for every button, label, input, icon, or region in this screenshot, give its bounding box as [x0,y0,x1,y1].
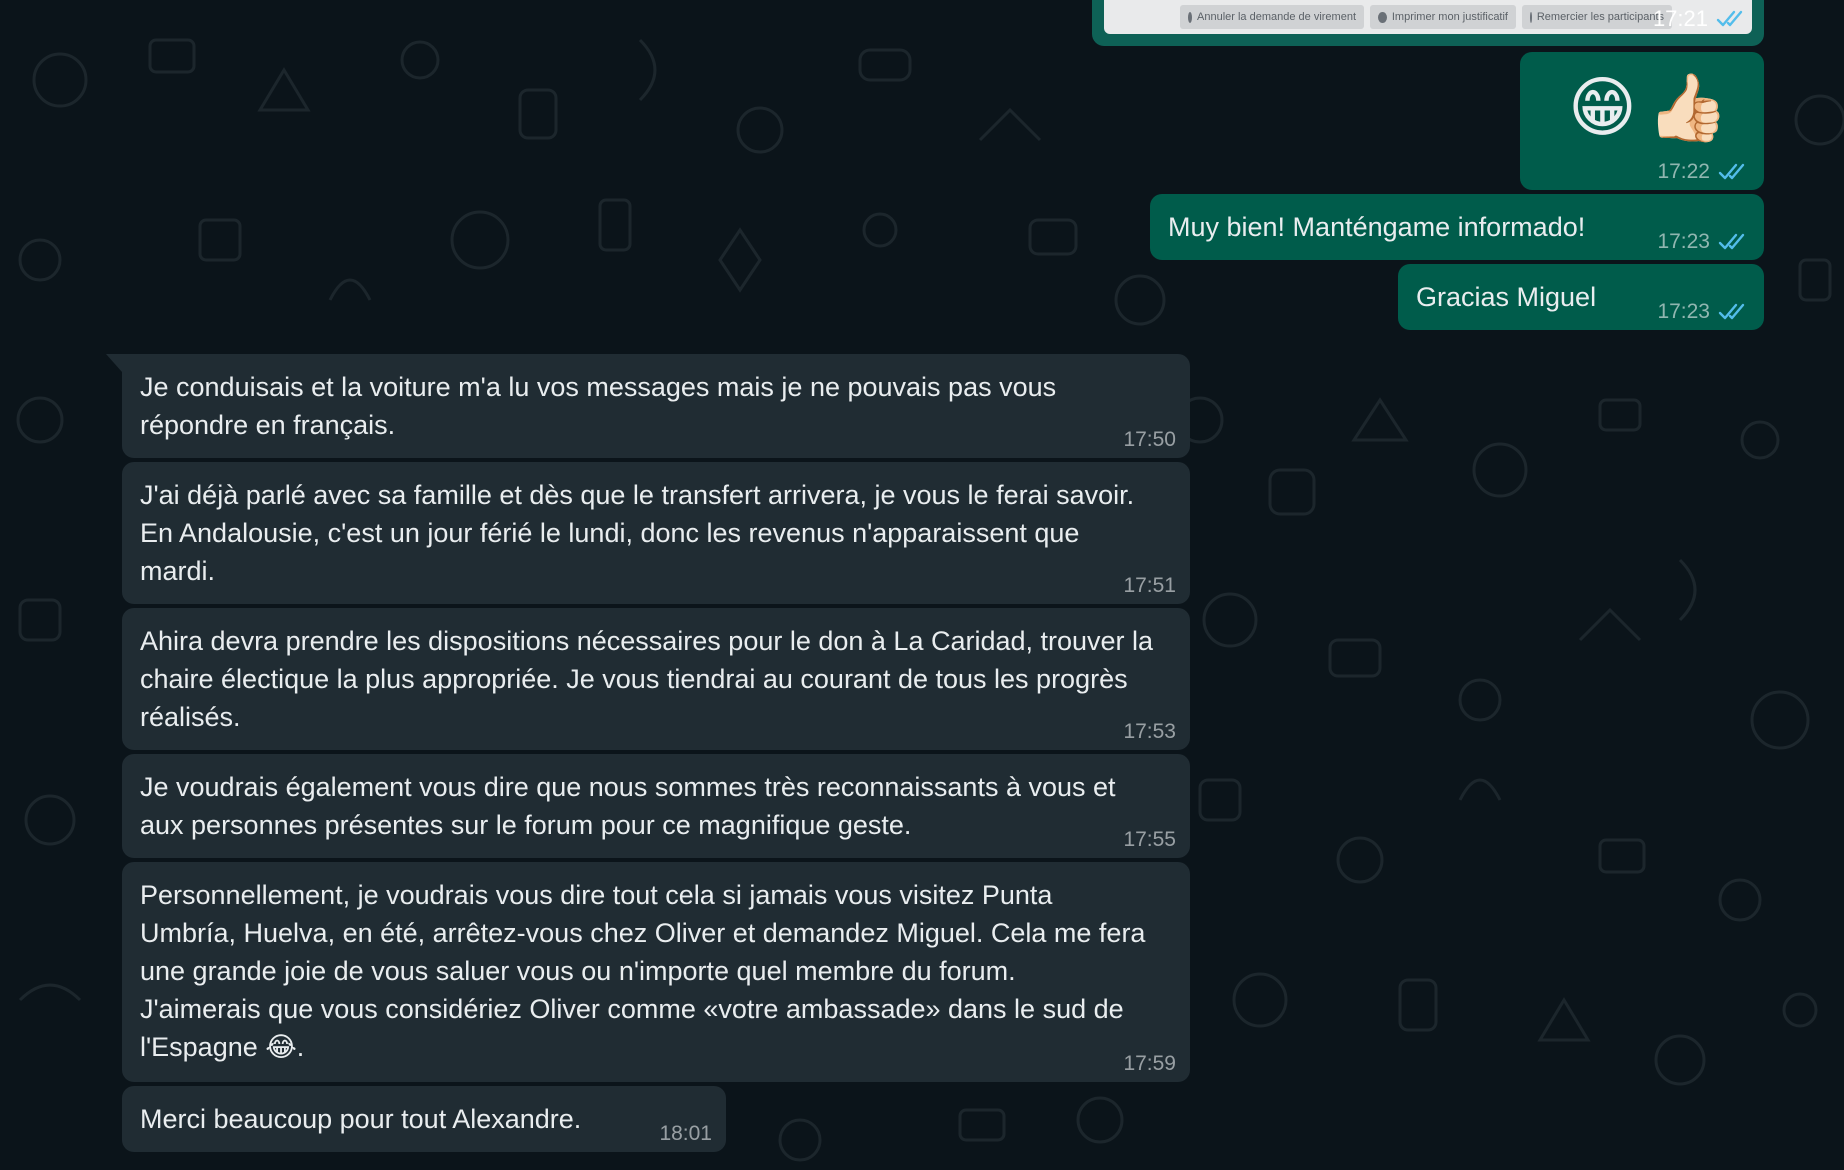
message-text: Je conduisais et la voiture m'a lu vos m… [140,372,1057,440]
outgoing-image-message[interactable]: Annuler la demande de virement Imprimer … [1092,0,1764,46]
incoming-message[interactable]: Ahira devra prendre les dispositions néc… [122,608,1190,750]
incoming-message[interactable]: Je voudrais également vous dire que nous… [122,754,1190,858]
message-meta: 17:23 [1657,230,1750,254]
message-meta: 17:21 [1653,6,1748,32]
outgoing-emoji-message[interactable]: 😁 👍🏻 17:22 [1520,52,1764,190]
read-ticks-icon [1718,162,1750,182]
bubble-tail [106,354,122,372]
message-text: Gracias Miguel [1416,282,1597,312]
printer-icon [1378,11,1387,23]
incoming-message[interactable]: Personnellement, je voudrais vous dire t… [122,862,1190,1082]
message-text: Merci beaucoup pour tout Alexandre. [140,1104,582,1134]
incoming-message[interactable]: J'ai déjà parlé avec sa famille et dès q… [122,462,1190,604]
cancel-icon [1188,11,1193,23]
thumbs-up-emoji: 👍🏻 [1646,69,1729,146]
message-time: 17:59 [1123,1052,1176,1075]
incoming-message[interactable]: Je conduisais et la voiture m'a lu vos m… [122,354,1190,458]
message-time: 17:21 [1652,6,1708,31]
message-text: J'ai déjà parlé avec sa famille et dès q… [140,480,1135,586]
read-ticks-icon [1718,302,1750,322]
screenshot-button-thank: Remercier les participants [1522,5,1672,29]
message-time: 17:51 [1123,574,1176,597]
read-ticks-icon [1718,232,1750,252]
incoming-message[interactable]: Merci beaucoup pour tout Alexandre. 18:0… [122,1086,726,1152]
outgoing-message[interactable]: Muy bien! Manténgame informado! 17:23 [1150,194,1764,260]
screenshot-button-print: Imprimer mon justificatif [1370,5,1516,29]
people-icon [1530,11,1532,23]
message-time: 17:23 [1657,230,1710,253]
message-time: 17:50 [1123,428,1176,451]
message-text: Muy bien! Manténgame informado! [1168,212,1586,242]
message-time: 17:22 [1657,160,1710,183]
emoji-row: 😁 👍🏻 [1568,68,1729,148]
message-time: 17:23 [1657,300,1710,323]
message-meta: 17:22 [1657,160,1750,184]
grinning-face-emoji: 😁 [1568,69,1637,146]
message-meta: 17:23 [1657,300,1750,324]
screenshot-button-cancel: Annuler la demande de virement [1180,5,1364,29]
message-time: 17:53 [1123,720,1176,743]
outgoing-message[interactable]: Gracias Miguel 17:23 [1398,264,1764,330]
read-ticks-icon [1716,9,1748,29]
message-text: Personnellement, je voudrais vous dire t… [140,880,1146,1062]
message-text: Je voudrais également vous dire que nous… [140,772,1116,840]
message-text: Ahira devra prendre les dispositions néc… [140,626,1154,732]
message-time: 18:01 [659,1122,712,1145]
message-time: 17:55 [1123,828,1176,851]
